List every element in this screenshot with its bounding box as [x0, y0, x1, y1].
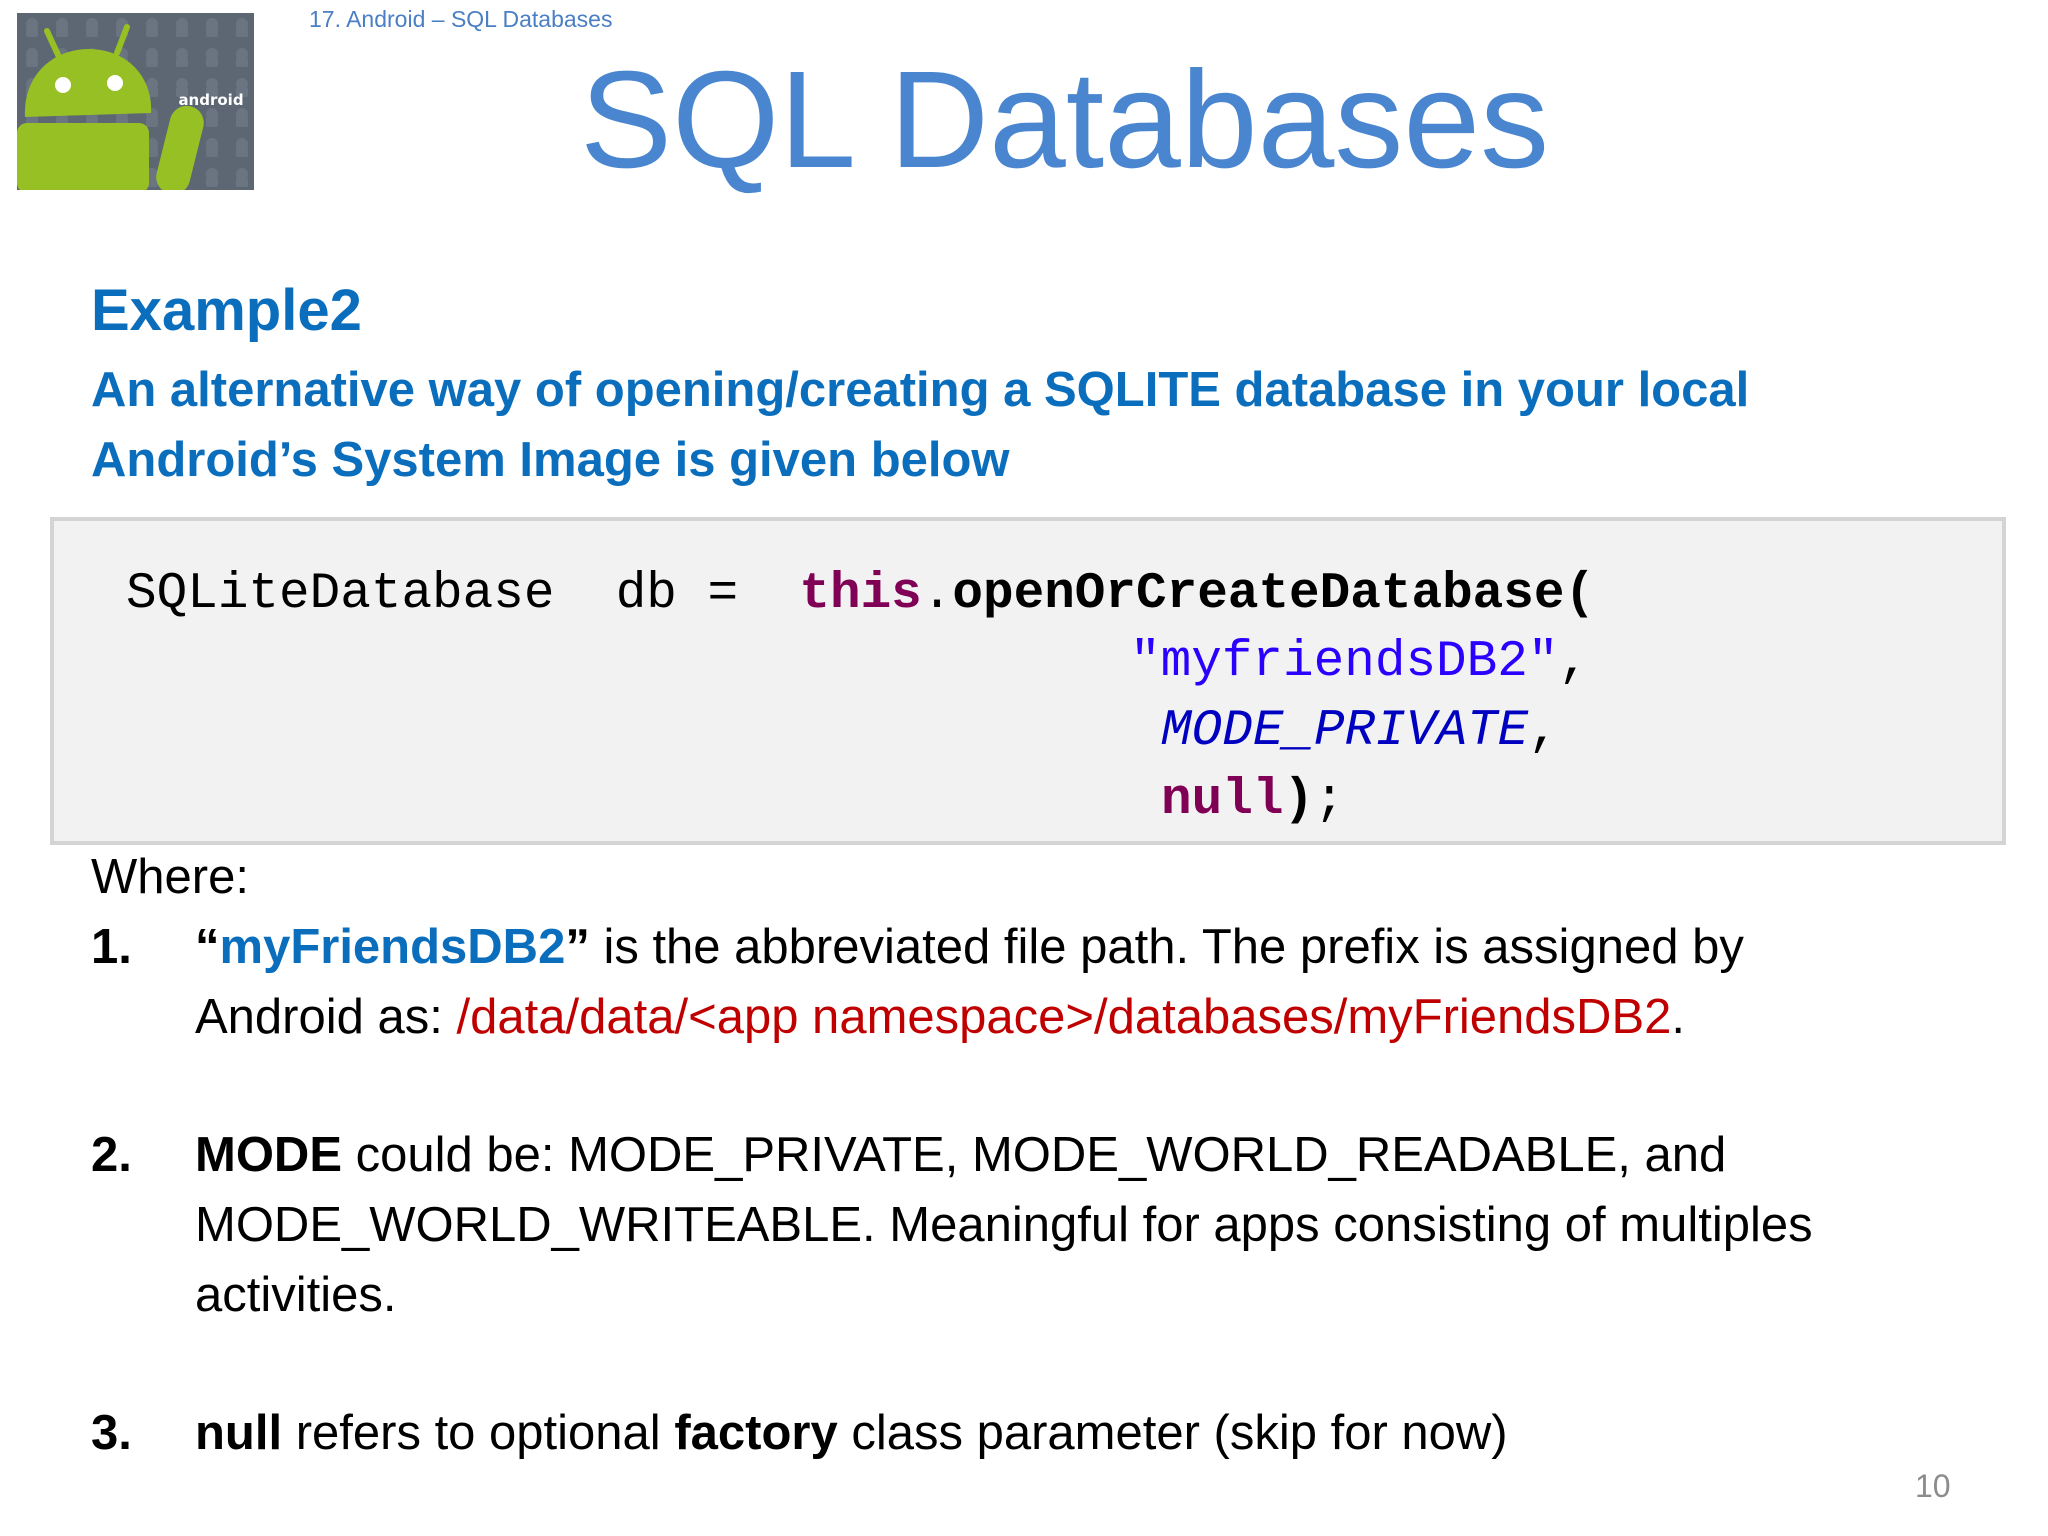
- code-variable: db: [615, 566, 677, 623]
- list-item-2-line-1: MODE could be: MODE_PRIVATE, MODE_WORLD_…: [195, 1120, 1726, 1190]
- code-comma: ,: [1558, 634, 1590, 691]
- code-dot: .: [921, 566, 953, 623]
- code-line-4: null);: [1161, 771, 1345, 831]
- breadcrumb: 17. Android – SQL Databases: [309, 6, 613, 32]
- code-open-paren: (: [1564, 566, 1596, 623]
- code-semicolon: ;: [1314, 772, 1345, 829]
- description-line: Android’s System Image is given below: [91, 433, 1010, 487]
- code-line-1: SQLiteDatabase db = this.openOrCreateDat…: [126, 565, 1595, 625]
- page-number: 10: [1915, 1468, 1951, 1504]
- list-text: class parameter (skip for now): [837, 1406, 1508, 1460]
- open-quote: “: [195, 920, 220, 974]
- mode-bold: MODE: [195, 1128, 342, 1182]
- code-type: SQLiteDatabase: [126, 566, 555, 623]
- close-quote: ”: [565, 920, 590, 974]
- list-text: .: [1671, 990, 1686, 1044]
- list-item-2-line-2: MODE_WORLD_WRITEABLE. Meaningful for app…: [195, 1198, 1813, 1252]
- code-line-3: MODE_PRIVATE,: [1161, 702, 1559, 762]
- list-item-3-line-1: null refers to optional factory class pa…: [195, 1398, 1508, 1468]
- code-this-keyword: this: [799, 566, 922, 623]
- list-item-1-line-2: Android as: /data/data/<app namespace>/d…: [195, 982, 1685, 1052]
- where-label: Where:: [91, 850, 249, 904]
- code-method-name: openOrCreateDatabase: [952, 566, 1565, 623]
- code-null-keyword: null: [1161, 772, 1284, 829]
- code-comma: ,: [1528, 703, 1559, 760]
- file-path: /data/data/<app namespace>/databases/myF…: [456, 990, 1672, 1044]
- list-item-number: 2.: [91, 1128, 132, 1182]
- list-item-number: 1.: [91, 920, 132, 974]
- android-logo: android: [17, 13, 254, 190]
- logo-text: android: [178, 91, 243, 109]
- code-close-paren: ): [1283, 772, 1315, 829]
- list-text: refers to optional: [282, 1406, 675, 1460]
- code-line-2: "myfriendsDB2",: [1130, 633, 1589, 693]
- code-equals: =: [707, 566, 739, 623]
- db-name-highlight: myFriendsDB2: [219, 920, 566, 974]
- list-text: could be: MODE_PRIVATE, MODE_WORLD_READA…: [342, 1128, 1727, 1182]
- code-block: SQLiteDatabase db = this.openOrCreateDat…: [50, 517, 2006, 845]
- list-item-1-line-1: “myFriendsDB2” is the abbreviated file p…: [195, 912, 1744, 982]
- list-item-number: 3.: [91, 1406, 132, 1460]
- list-text: is the abbreviated file path. The prefix…: [589, 920, 1744, 974]
- page-title: SQL Databases: [580, 43, 1550, 197]
- example-heading: Example2: [91, 278, 362, 343]
- example-description: An alternative way of opening/creating a…: [91, 355, 1971, 495]
- android-robot-icon: android: [17, 13, 254, 190]
- null-bold: null: [195, 1406, 283, 1460]
- description-line: An alternative way of opening/creating a…: [91, 363, 1750, 417]
- factory-bold: factory: [674, 1406, 838, 1460]
- list-text: Android as:: [195, 990, 457, 1044]
- code-db-name: "myfriendsDB2": [1130, 634, 1559, 691]
- list-item-2-line-3: activities.: [195, 1268, 397, 1322]
- code-mode-constant: MODE_PRIVATE: [1161, 703, 1529, 760]
